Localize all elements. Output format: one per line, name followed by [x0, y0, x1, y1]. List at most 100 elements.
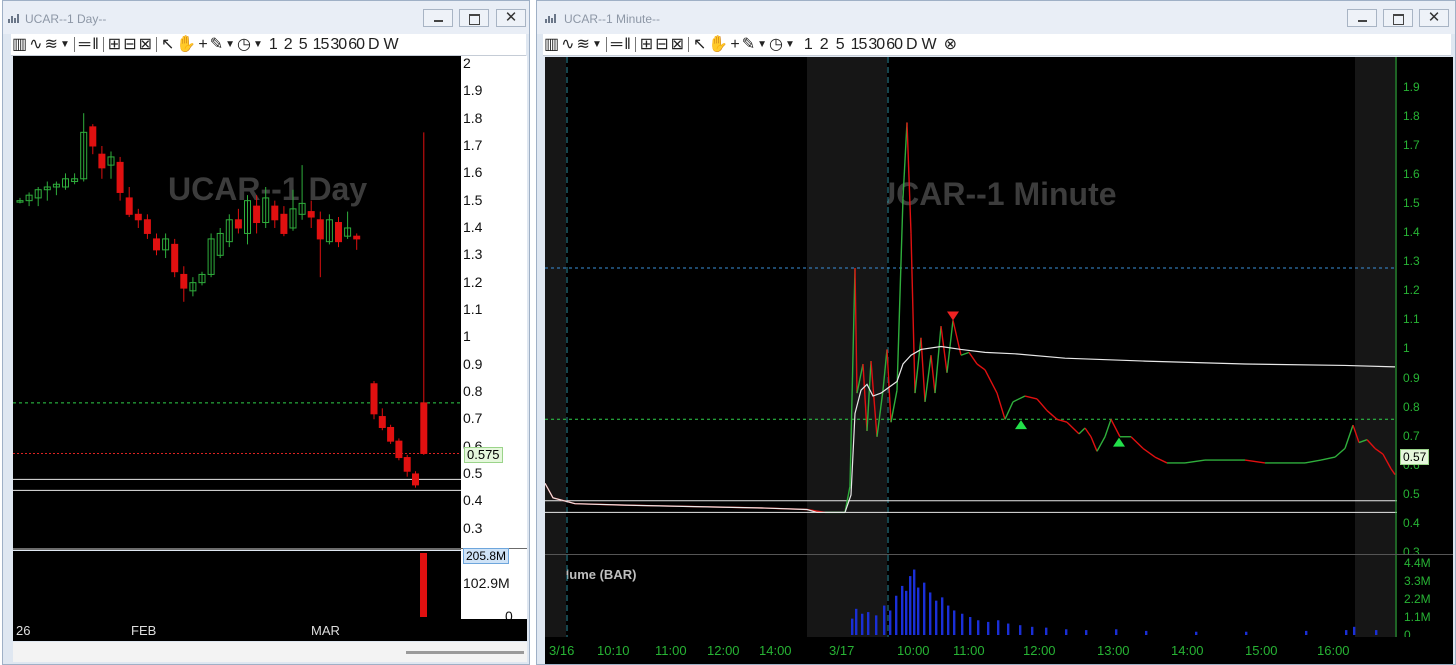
price-segment	[1110, 418, 1121, 438]
price-segment	[1012, 395, 1026, 403]
timeframe-w[interactable]: W	[922, 36, 937, 54]
minimize-button[interactable]	[1347, 9, 1377, 27]
daily-candle	[280, 213, 288, 234]
vertical-line-icon[interactable]: ‖	[92, 36, 99, 54]
horizontal-scrollbar[interactable]	[13, 642, 527, 662]
cancel-circle-icon[interactable]: ⊗	[944, 36, 957, 54]
clock-icon[interactable]: ◷	[769, 36, 783, 54]
timeframe-30[interactable]: 30	[330, 36, 347, 54]
dropdown-icon[interactable]: ▼	[785, 36, 795, 54]
dropdown-icon[interactable]: ▼	[60, 36, 70, 54]
indicator-icon[interactable]: ≋	[45, 36, 58, 54]
timeframe-1[interactable]: 1	[804, 36, 813, 54]
pan-hand-icon[interactable]: ✋	[708, 36, 728, 54]
timeframe-d[interactable]: D	[368, 36, 380, 54]
daily-candle	[134, 213, 142, 221]
price-tick: 0.9	[463, 355, 483, 372]
dropdown-icon[interactable]: ▼	[592, 36, 602, 54]
crosshair-icon[interactable]: +	[730, 36, 739, 54]
horizontal-line-icon[interactable]: ═	[611, 36, 622, 54]
left-window-title: UCAR--1 Day--	[25, 12, 107, 26]
price-tick: 1	[1403, 341, 1410, 356]
timeframe-5[interactable]: 5	[836, 36, 845, 54]
pencil-icon[interactable]: ✎	[742, 36, 755, 54]
daily-candle	[89, 126, 97, 147]
price-tick: 0.7	[1403, 428, 1420, 443]
price-tick: 1.6	[1403, 166, 1420, 181]
zoom-fit-icon[interactable]: ⊠	[139, 36, 152, 54]
line-chart-icon[interactable]: ∿	[561, 36, 574, 54]
daily-candle	[171, 243, 179, 273]
timeframe-d[interactable]: D	[906, 36, 918, 54]
left-volume-axis: 205.8M 102.9M 0	[461, 548, 527, 624]
timeframe-2[interactable]: 2	[820, 36, 829, 54]
right-price-axis: 1.91.81.71.61.51.41.31.21.110.90.80.70.6…	[1397, 57, 1453, 559]
maximize-button[interactable]	[459, 9, 489, 27]
daily-candle	[387, 426, 395, 442]
daily-candle	[271, 205, 279, 221]
left-price-pane[interactable]: UCAR--1 Day	[13, 56, 461, 548]
chart-app-icon	[545, 14, 556, 23]
indicator-icon[interactable]: ≋	[577, 36, 590, 54]
close-icon: ✕	[504, 9, 518, 26]
dropdown-icon[interactable]: ▼	[757, 36, 767, 54]
price-segment	[902, 122, 908, 199]
left-date-axis: 26 FEB MAR	[13, 619, 527, 641]
minimize-button[interactable]	[423, 9, 453, 27]
crosshair-icon[interactable]: +	[198, 36, 207, 54]
right-volume-pane[interactable]: Volume (BAR)	[545, 555, 1397, 637]
close-button[interactable]: ✕	[1419, 9, 1449, 27]
zoom-in-icon[interactable]: ⊞	[640, 36, 653, 54]
timeframe-15[interactable]: 15	[313, 36, 330, 54]
left-volume-pane[interactable]	[13, 551, 461, 619]
right-price-pane[interactable]: UCAR--1 Minute	[545, 57, 1397, 554]
pencil-icon[interactable]: ✎	[210, 36, 223, 54]
volume-bar	[917, 587, 920, 635]
timeframe-2[interactable]: 2	[284, 36, 293, 54]
pan-hand-icon[interactable]: ✋	[176, 36, 196, 54]
price-segment	[1244, 459, 1266, 464]
price-tick: 1.7	[1403, 137, 1420, 152]
left-window-titlebar[interactable]: UCAR--1 Day-- ✕	[3, 1, 529, 34]
time-tick: 16:00	[1317, 643, 1350, 658]
price-tick: 0.4	[463, 492, 483, 509]
price-segment	[914, 337, 922, 394]
zoom-fit-icon[interactable]: ⊠	[671, 36, 684, 54]
line-chart-icon[interactable]: ∿	[29, 36, 42, 54]
vertical-line-icon[interactable]: ‖	[624, 36, 631, 54]
timeframe-1[interactable]: 1	[269, 36, 278, 54]
price-tick: 1.8	[1403, 108, 1420, 123]
price-segment	[896, 198, 904, 391]
timeframe-15[interactable]: 15	[851, 36, 868, 54]
timeframe-60[interactable]: 60	[348, 36, 365, 54]
volume-bar	[1145, 630, 1148, 635]
pointer-icon[interactable]: ↖	[693, 36, 706, 54]
zoom-out-icon[interactable]: ⊟	[655, 36, 668, 54]
pointer-icon[interactable]: ↖	[161, 36, 174, 54]
bar-chart-icon[interactable]: ▥	[12, 36, 27, 54]
close-button[interactable]: ✕	[496, 9, 526, 27]
timeframe-w[interactable]: W	[384, 36, 399, 54]
dropdown-icon[interactable]: ▼	[253, 36, 263, 54]
timeframe-60[interactable]: 60	[886, 36, 903, 54]
scrollbar-thumb[interactable]	[406, 651, 524, 654]
volume-bar	[1045, 627, 1048, 635]
bar-chart-icon[interactable]: ▥	[544, 36, 559, 54]
volume-bar	[867, 612, 870, 635]
zoom-out-icon[interactable]: ⊟	[123, 36, 136, 54]
dropdown-icon[interactable]: ▼	[225, 36, 235, 54]
clock-icon[interactable]: ◷	[237, 36, 251, 54]
timeframe-5[interactable]: 5	[299, 36, 308, 54]
horizontal-line-icon[interactable]: ═	[79, 36, 90, 54]
volume-bar	[851, 618, 854, 635]
zoom-in-icon[interactable]: ⊞	[108, 36, 121, 54]
timeframe-30[interactable]: 30	[868, 36, 885, 54]
daily-candle	[395, 440, 403, 459]
maximize-button[interactable]	[1383, 9, 1413, 27]
volume-bar	[895, 595, 898, 635]
right-window-titlebar[interactable]: UCAR--1 Minute-- ✕	[537, 1, 1455, 34]
price-tick: 1.2	[1403, 283, 1420, 298]
volume-bar	[889, 610, 892, 635]
price-segment	[1066, 421, 1080, 435]
price-tick: 1.8	[463, 109, 483, 126]
